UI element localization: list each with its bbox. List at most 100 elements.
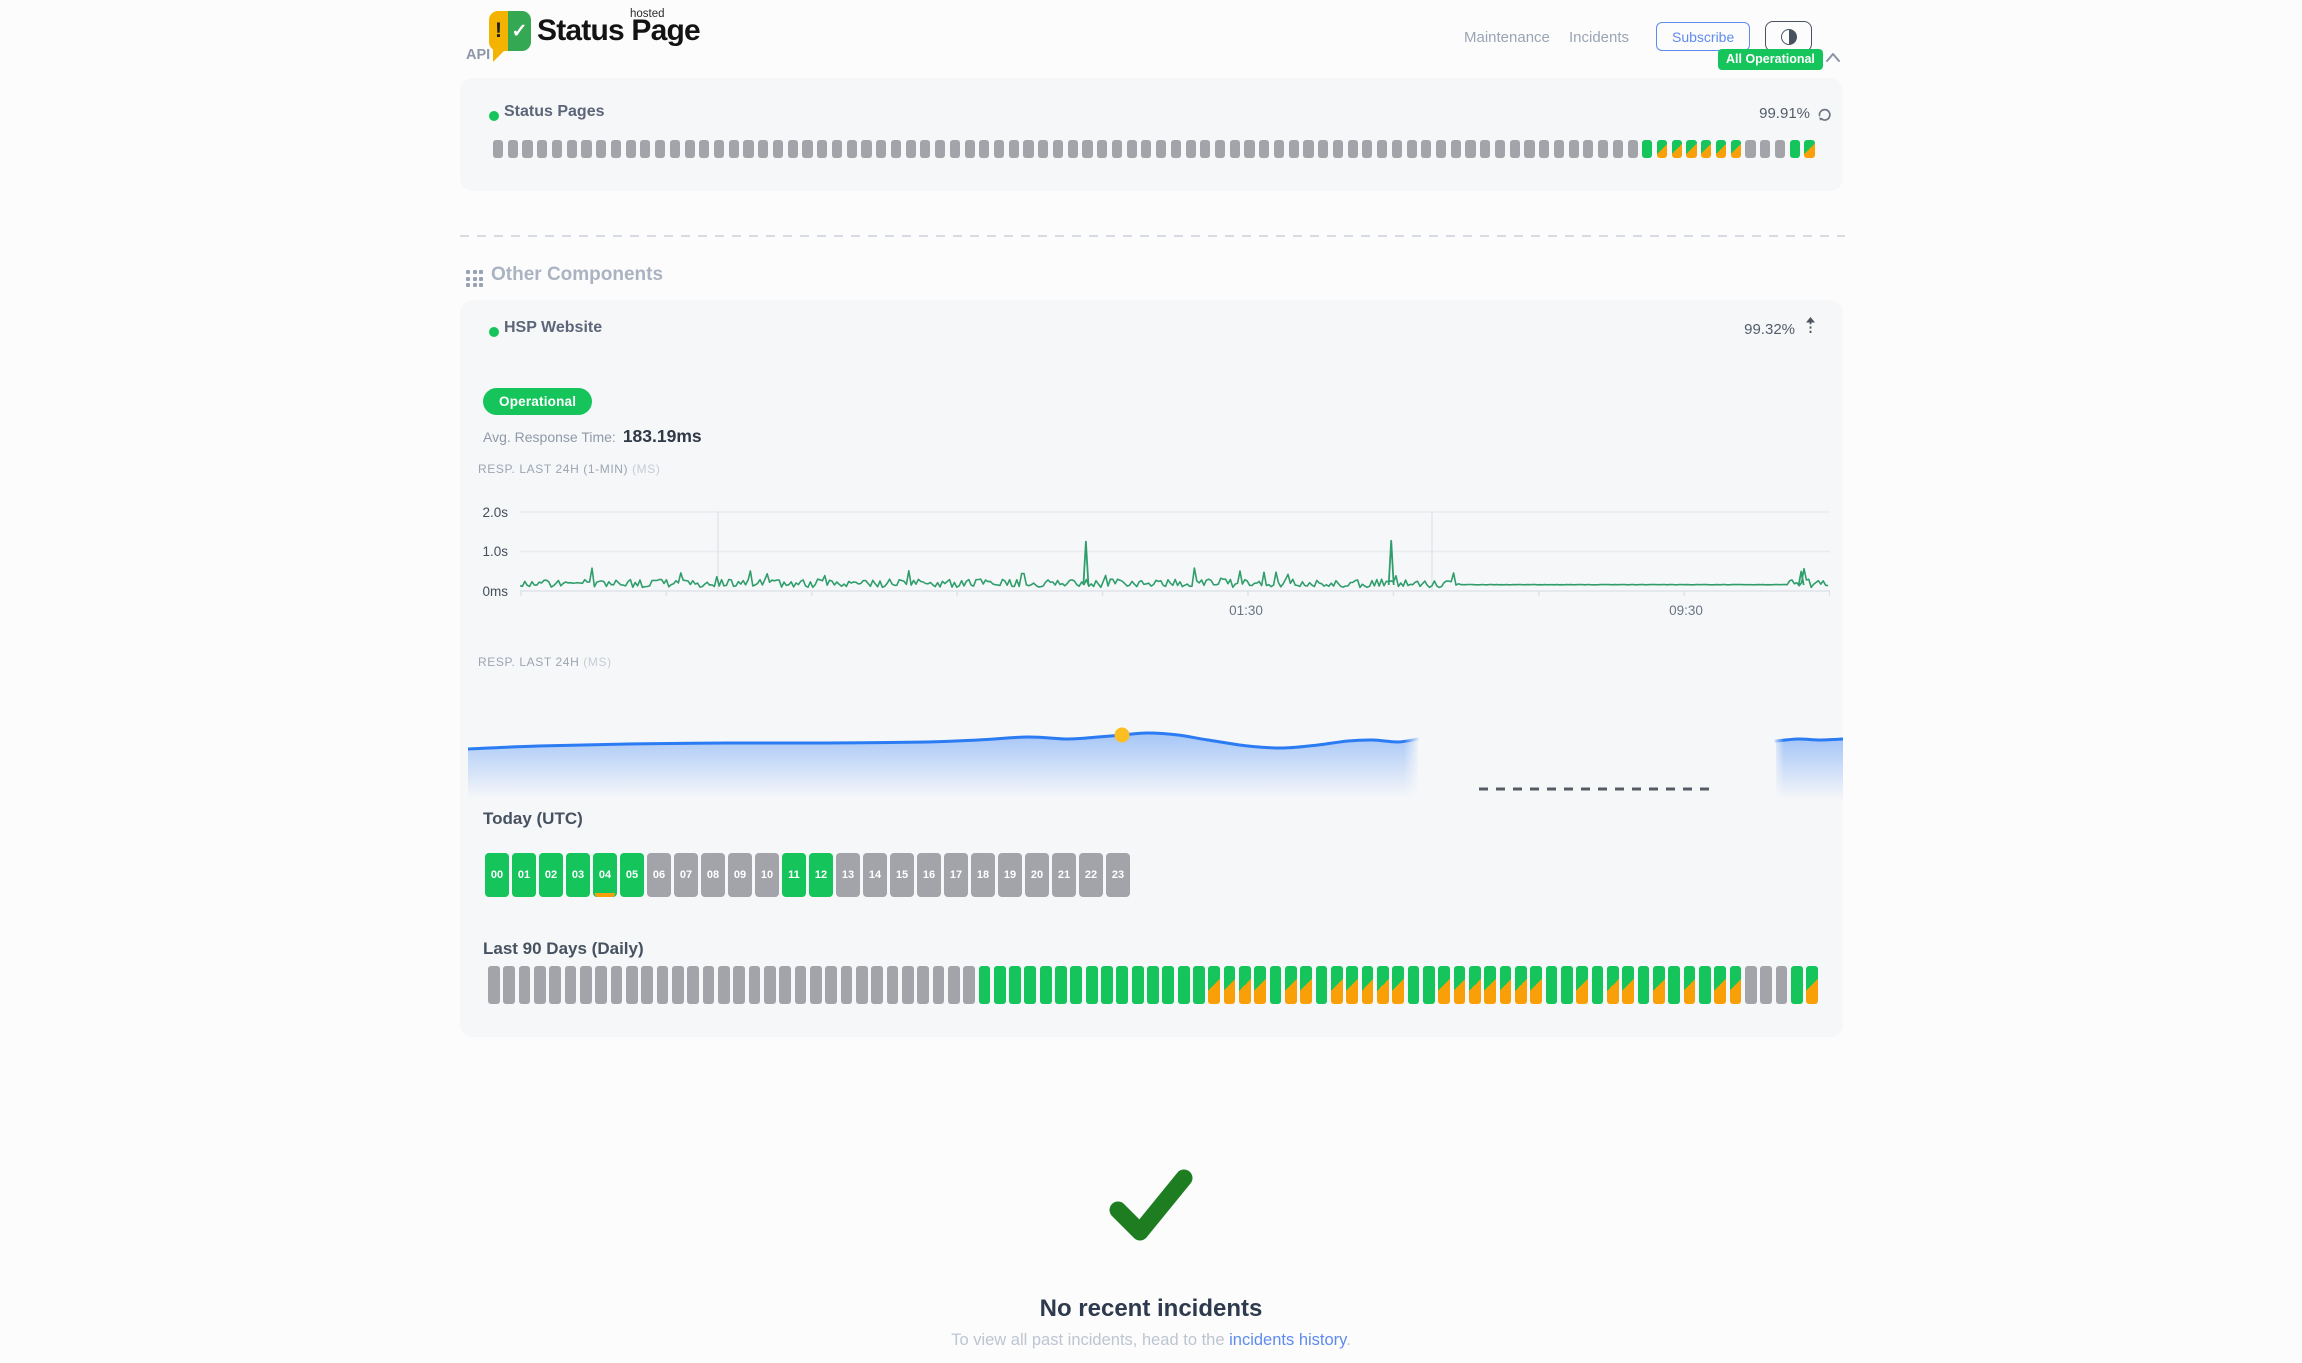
uptime-bar-none[interactable] bbox=[1436, 140, 1446, 158]
uptime-bar-none[interactable] bbox=[493, 140, 503, 158]
uptime-bar-none[interactable] bbox=[965, 140, 975, 158]
uptime-bar-none[interactable] bbox=[729, 140, 739, 158]
uptime-bar-none[interactable] bbox=[626, 140, 636, 158]
nav-maintenance[interactable]: Maintenance bbox=[1464, 29, 1550, 46]
uptime-bar-none[interactable] bbox=[503, 966, 515, 1004]
uptime-bar-up[interactable] bbox=[1592, 966, 1604, 1004]
uptime-bar-none[interactable] bbox=[567, 140, 577, 158]
uptime-bar-degraded[interactable] bbox=[1653, 966, 1665, 1004]
uptime-bar-none[interactable] bbox=[1171, 140, 1181, 158]
uptime-bar-degraded[interactable] bbox=[1392, 966, 1404, 1004]
uptime-bar-degraded[interactable] bbox=[1515, 966, 1527, 1004]
uptime-bar-none[interactable] bbox=[1451, 140, 1461, 158]
uptime-bar-none[interactable] bbox=[1776, 966, 1788, 1004]
uptime-bar-none[interactable] bbox=[779, 966, 791, 1004]
hour-cell-23[interactable]: 23 bbox=[1106, 853, 1130, 897]
uptime-bar-none[interactable] bbox=[522, 140, 532, 158]
uptime-bar-none[interactable] bbox=[841, 966, 853, 1004]
uptime-bar-none[interactable] bbox=[1156, 140, 1166, 158]
uptime-bar-up[interactable] bbox=[1009, 966, 1021, 1004]
uptime-bar-none[interactable] bbox=[534, 966, 546, 1004]
uptime-bar-none[interactable] bbox=[1554, 140, 1564, 158]
uptime-bar-none[interactable] bbox=[1628, 140, 1638, 158]
uptime-bar-degraded[interactable] bbox=[1239, 966, 1251, 1004]
uptime-bar-up[interactable] bbox=[1024, 966, 1036, 1004]
uptime-bar-none[interactable] bbox=[887, 966, 899, 1004]
uptime-bar-none[interactable] bbox=[611, 966, 623, 1004]
hour-cell-09[interactable]: 09 bbox=[728, 853, 752, 897]
uptime-bar-up[interactable] bbox=[1116, 966, 1128, 1004]
uptime-bar-none[interactable] bbox=[1362, 140, 1372, 158]
overall-status-badge[interactable]: All Operational bbox=[1718, 49, 1823, 70]
uptime-bar-degraded[interactable] bbox=[1672, 140, 1682, 158]
uptime-bar-none[interactable] bbox=[1480, 140, 1490, 158]
hour-cell-21[interactable]: 21 bbox=[1052, 853, 1076, 897]
uptime-bar-degraded[interactable] bbox=[1454, 966, 1466, 1004]
response-chart-24h[interactable] bbox=[468, 690, 1843, 815]
uptime-bar-none[interactable] bbox=[1186, 140, 1196, 158]
uptime-bar-none[interactable] bbox=[1775, 140, 1785, 158]
nav-incidents[interactable]: Incidents bbox=[1569, 29, 1629, 46]
hour-cell-06[interactable]: 06 bbox=[647, 853, 671, 897]
uptime-bar-up[interactable] bbox=[1270, 966, 1282, 1004]
uptime-bar-degraded[interactable] bbox=[1576, 966, 1588, 1004]
uptime-bar-up[interactable] bbox=[1642, 140, 1652, 158]
uptime-bar-up[interactable] bbox=[1668, 966, 1680, 1004]
uptime-bar-none[interactable] bbox=[832, 140, 842, 158]
uptime-bar-none[interactable] bbox=[963, 966, 975, 1004]
uptime-bar-none[interactable] bbox=[1215, 140, 1225, 158]
uptime-bar-none[interactable] bbox=[920, 140, 930, 158]
uptime-bar-degraded[interactable] bbox=[1657, 140, 1667, 158]
uptime-bar-none[interactable] bbox=[1465, 140, 1475, 158]
uptime-bar-up[interactable] bbox=[1086, 966, 1098, 1004]
uptime-bar-degraded[interactable] bbox=[1484, 966, 1496, 1004]
hour-cell-13[interactable]: 13 bbox=[836, 853, 860, 897]
uptime-bar-none[interactable] bbox=[1023, 140, 1033, 158]
uptime-bar-degraded[interactable] bbox=[1714, 966, 1726, 1004]
uptime-bar-none[interactable] bbox=[758, 140, 768, 158]
uptime-bar-none[interactable] bbox=[595, 966, 607, 1004]
uptime-bar-up[interactable] bbox=[1162, 966, 1174, 1004]
uptime-bar-none[interactable] bbox=[549, 966, 561, 1004]
subscribe-button[interactable]: Subscribe bbox=[1656, 22, 1750, 51]
uptime-bar-none[interactable] bbox=[670, 140, 680, 158]
refresh-icon[interactable] bbox=[1817, 107, 1832, 122]
hour-cell-07[interactable]: 07 bbox=[674, 853, 698, 897]
uptime-bar-none[interactable] bbox=[1082, 140, 1092, 158]
uptime-bar-none[interactable] bbox=[825, 966, 837, 1004]
uptime-bar-none[interactable] bbox=[1274, 140, 1284, 158]
uptime-bar-up[interactable] bbox=[1790, 140, 1800, 158]
uptime-bar-degraded[interactable] bbox=[1346, 966, 1358, 1004]
response-chart-1min[interactable] bbox=[520, 505, 1830, 600]
uptime-bar-degraded[interactable] bbox=[1500, 966, 1512, 1004]
hour-cell-00[interactable]: 00 bbox=[485, 853, 509, 897]
uptime-bar-none[interactable] bbox=[810, 966, 822, 1004]
uptime-bar-none[interactable] bbox=[1200, 140, 1210, 158]
uptime-bar-up[interactable] bbox=[1132, 966, 1144, 1004]
uptime-bar-degraded[interactable] bbox=[1716, 140, 1726, 158]
uptime-bar-none[interactable] bbox=[749, 966, 761, 1004]
uptime-bar-degraded[interactable] bbox=[1806, 966, 1818, 1004]
uptime-bar-degraded[interactable] bbox=[1731, 140, 1741, 158]
uptime-bar-none[interactable] bbox=[687, 966, 699, 1004]
uptime-bar-up[interactable] bbox=[1193, 966, 1205, 1004]
uptime-bar-degraded[interactable] bbox=[1377, 966, 1389, 1004]
hour-cell-16[interactable]: 16 bbox=[917, 853, 941, 897]
uptime-bar-up[interactable] bbox=[979, 966, 991, 1004]
hour-cell-08[interactable]: 08 bbox=[701, 853, 725, 897]
uptime-bar-none[interactable] bbox=[871, 966, 883, 1004]
uptime-bar-none[interactable] bbox=[1038, 140, 1048, 158]
uptime-bar-degraded[interactable] bbox=[1469, 966, 1481, 1004]
uptime-bar-degraded[interactable] bbox=[1530, 966, 1542, 1004]
hour-cell-11[interactable]: 11 bbox=[782, 853, 806, 897]
uptime-bar-none[interactable] bbox=[714, 140, 724, 158]
uptime-bar-none[interactable] bbox=[508, 140, 518, 158]
uptime-bar-none[interactable] bbox=[596, 140, 606, 158]
uptime-bar-none[interactable] bbox=[1392, 140, 1402, 158]
uptime-bar-none[interactable] bbox=[1333, 140, 1343, 158]
uptime-bar-none[interactable] bbox=[611, 140, 621, 158]
uptime-bar-up[interactable] bbox=[1638, 966, 1650, 1004]
uptime-bar-degraded[interactable] bbox=[1362, 966, 1374, 1004]
uptime-bar-up[interactable] bbox=[1316, 966, 1328, 1004]
hour-cell-15[interactable]: 15 bbox=[890, 853, 914, 897]
